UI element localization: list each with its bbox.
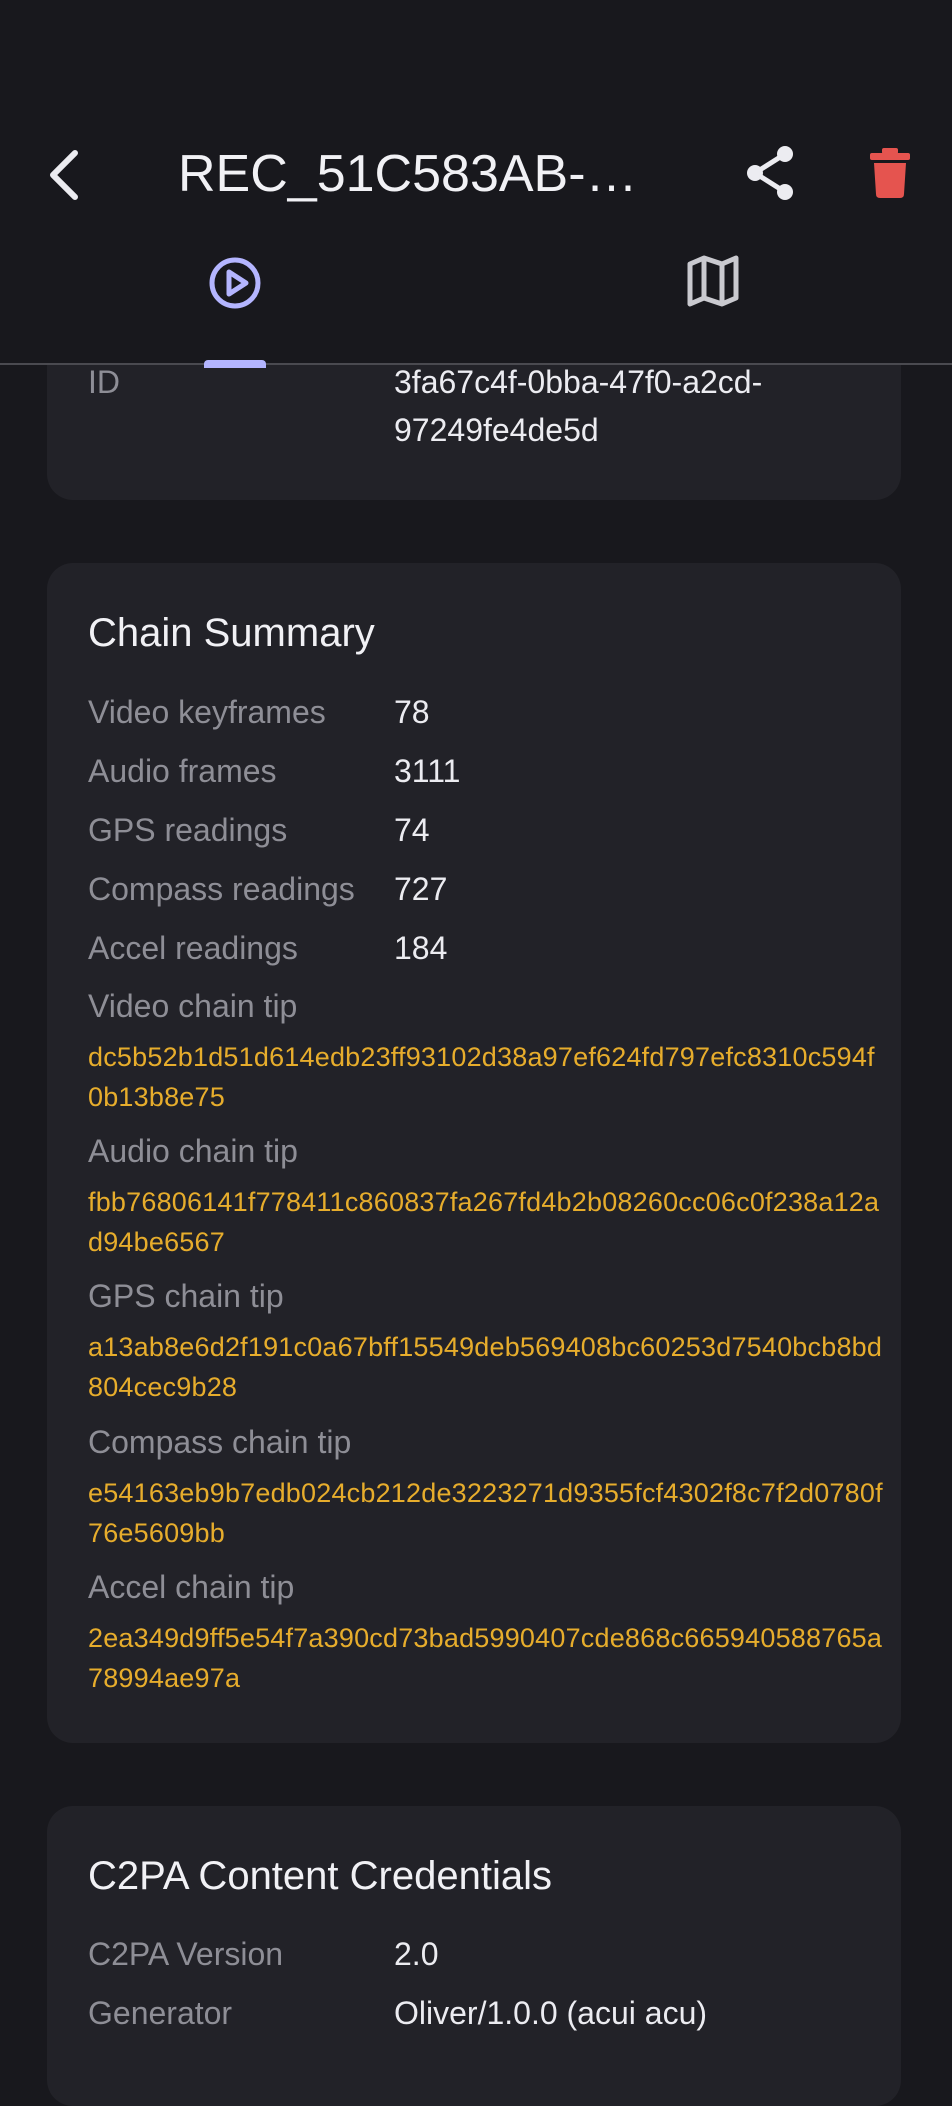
row-value: 2.0 — [394, 1936, 439, 1972]
row-label: GPS readings — [88, 812, 288, 848]
page-title: REC_51C583AB-… — [178, 145, 638, 203]
row-value: 727 — [394, 871, 448, 907]
trash-icon — [870, 148, 910, 198]
id-value: 3fa67c4f-0bba-47f0-a2cd-97249fe4de5d — [394, 364, 763, 448]
chain-tip-hash: e54163eb9b7edb024cb212de3223271d9355fcf4… — [88, 1478, 883, 1548]
app-bar: REC_51C583AB-… — [0, 0, 952, 368]
play-circle-icon — [209, 257, 261, 309]
tab-playback[interactable] — [195, 255, 275, 355]
chevron-left-icon — [50, 150, 78, 200]
chain-tip-label: Compass chain tip — [88, 1424, 352, 1460]
row-value: Oliver/1.0.0 (acui acu) — [394, 1995, 708, 2031]
chain-tip-hash: fbb76806141f778411c860837fa267fd4b2b0826… — [88, 1187, 880, 1257]
row-label: C2PA Version — [88, 1936, 284, 1972]
c2pa-card: C2PA Content Credentials C2PA Version 2.… — [47, 1806, 901, 2106]
row-label: Accel readings — [88, 930, 298, 966]
chain-tip-label: GPS chain tip — [88, 1278, 284, 1314]
map-icon — [687, 255, 739, 307]
back-button[interactable] — [30, 135, 100, 215]
row-label: Audio frames — [88, 753, 277, 789]
id-label: ID — [88, 364, 120, 400]
chain-tip-label: Audio chain tip — [88, 1133, 298, 1169]
chain-summary-card: Chain Summary Video keyframes 78 Audio f… — [47, 563, 901, 1743]
tab-map[interactable] — [673, 255, 753, 355]
row-label: Compass readings — [88, 871, 355, 907]
chain-tip-hash: 2ea349d9ff5e54f7a390cd73bad5990407cde868… — [88, 1623, 883, 1693]
c2pa-title: C2PA Content Credentials — [88, 1854, 552, 1898]
tab-indicator — [204, 360, 266, 368]
delete-button[interactable] — [855, 138, 925, 208]
chain-tip-hash: a13ab8e6d2f191c0a67bff15549deb569408bc60… — [88, 1332, 883, 1402]
share-button[interactable] — [735, 138, 805, 208]
chain-tip-label: Video chain tip — [88, 988, 298, 1024]
chain-tip-hash: dc5b52b1d51d614edb23ff93102d38a97ef624fd… — [88, 1042, 875, 1112]
row-value: 184 — [394, 930, 448, 966]
chain-tip-label: Accel chain tip — [88, 1569, 295, 1605]
share-icon — [747, 146, 793, 200]
row-value: 78 — [394, 694, 430, 730]
chain-summary-title: Chain Summary — [88, 611, 375, 655]
row-value: 3111 — [394, 753, 461, 789]
row-label: Video keyframes — [88, 694, 326, 730]
row-label: Generator — [88, 1995, 233, 2031]
row-value: 74 — [394, 812, 430, 848]
